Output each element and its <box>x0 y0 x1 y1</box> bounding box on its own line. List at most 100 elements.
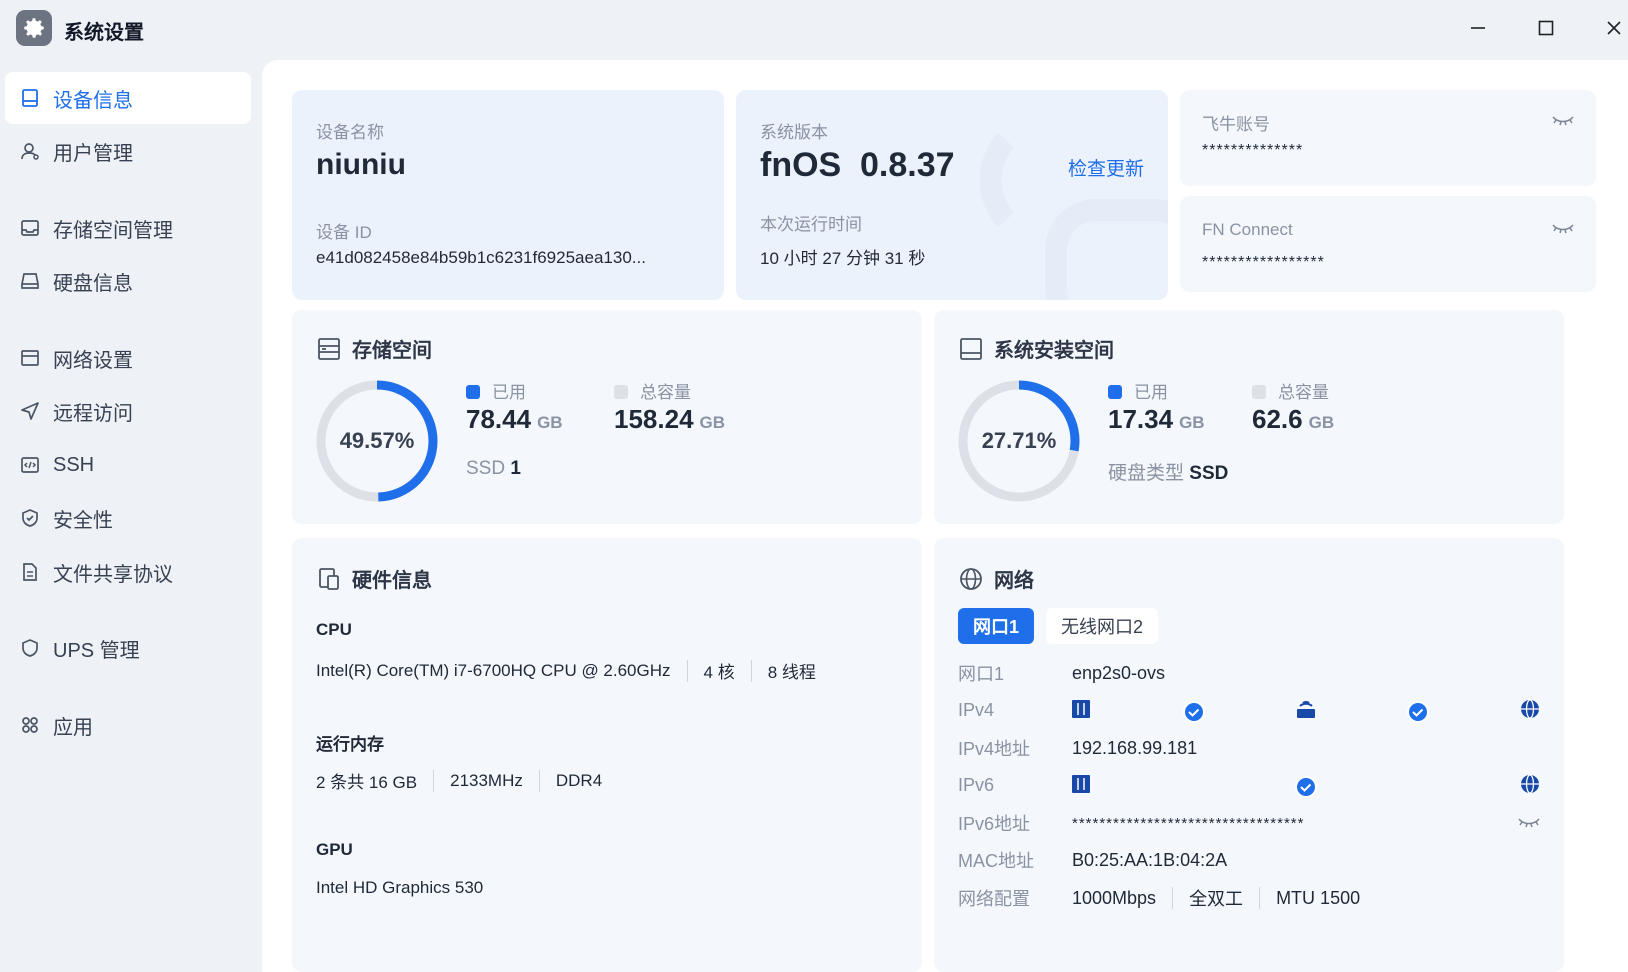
tab-port1[interactable]: 网口1 <box>958 608 1034 644</box>
separator <box>1172 887 1174 909</box>
sidebar-item-apps[interactable]: 应用 <box>5 699 251 751</box>
device-name: niuniu <box>316 148 406 181</box>
storage-used-number: 78.44 <box>466 404 532 434</box>
sidebar-item-label: 网络设置 <box>53 349 133 372</box>
network-title-text: 网络 <box>994 570 1034 592</box>
network-config-row: 网络配置 1000Mbps 全双工 MTU 1500 <box>958 883 1558 913</box>
device-name-label: 设备名称 <box>316 123 384 142</box>
sysinstall-percent: 27.71% <box>981 428 1057 453</box>
sysinstall-type-label: 硬盘类型 <box>1108 463 1185 484</box>
fn-connect-card: FN Connect ***************** <box>1180 196 1596 292</box>
sidebar-item-file-sharing[interactable]: 文件共享协议 <box>5 546 251 598</box>
minimize-button[interactable] <box>1462 12 1494 44</box>
eye-closed-icon[interactable] <box>1518 816 1540 835</box>
gpu-model: Intel HD Graphics 530 <box>316 878 484 897</box>
sysinstall-title-text: 系统安装空间 <box>994 340 1114 362</box>
sysinstall-used-number: 17.34 <box>1108 404 1174 434</box>
ipv4-connection-diagram <box>1072 699 1539 723</box>
network-title: 网络 <box>958 564 1034 593</box>
sidebar-item-ssh[interactable]: SSH <box>5 439 251 491</box>
hardware-title-text: 硬件信息 <box>352 570 432 592</box>
mac-row: MAC地址 B0:25:AA:1B:04:2A <box>958 845 1558 875</box>
sidebar-item-network-settings[interactable]: 网络设置 <box>5 332 251 384</box>
device-card: 设备名称 niuniu 设备 ID e41d082458e84b59b1c623… <box>292 90 724 300</box>
network-card: 网络 网口1 无线网口2 网口1 enp2s0-ovs IPv4 IPv4地址 … <box>934 538 1564 972</box>
globe-icon <box>1521 774 1539 794</box>
disk-icon <box>19 270 41 292</box>
server-icon <box>1072 775 1090 793</box>
ipv4-label: IPv4 <box>958 699 995 720</box>
separator <box>433 769 435 792</box>
file-icon <box>19 561 41 583</box>
storage-type-label: SSD <box>466 458 506 479</box>
router-icon <box>1297 701 1315 718</box>
storage-used-legend: 已用 <box>466 378 526 403</box>
sidebar-item-disk-info[interactable]: 硬盘信息 <box>5 255 251 307</box>
memory-label: 运行内存 <box>316 735 384 754</box>
port-row: 网口1 enp2s0-ovs <box>958 658 1558 688</box>
sidebar-item-security[interactable]: 安全性 <box>5 492 251 544</box>
sysinstall-used-unit: GB <box>1179 413 1205 432</box>
total-legend-swatch <box>1252 385 1266 399</box>
cpu-threads: 8 线程 <box>767 663 816 682</box>
disk-icon <box>958 336 984 362</box>
devices-icon <box>316 566 342 592</box>
uptime-value: 10 小时 27 分钟 31 秒 <box>760 249 926 268</box>
sidebar-item-ups[interactable]: UPS 管理 <box>5 622 251 674</box>
memory-size: 2 条共 16 GB <box>316 773 418 792</box>
sidebar-item-remote-access[interactable]: 远程访问 <box>5 385 251 437</box>
tab-wireless-port2[interactable]: 无线网口2 <box>1046 608 1158 644</box>
sidebar-item-label: 安全性 <box>53 509 113 532</box>
storage-icon <box>316 336 342 362</box>
sidebar-item-label: 设备信息 <box>53 89 133 112</box>
ipv4-address-label: IPv4地址 <box>958 739 1031 759</box>
send-icon <box>19 400 41 422</box>
check-circle-icon <box>1183 701 1205 723</box>
memory-speed: 2133MHz <box>450 770 523 790</box>
network-config-label: 网络配置 <box>958 889 1030 909</box>
ipv6-label: IPv6 <box>958 774 995 795</box>
cpu-model: Intel(R) Core(TM) i7-6700HQ CPU @ 2.60GH… <box>316 660 671 680</box>
sidebar-item-storage-management[interactable]: 存储空间管理 <box>5 202 251 254</box>
window-title: 系统设置 <box>64 22 144 44</box>
storage-icon <box>19 217 41 239</box>
uptime-label: 本次运行时间 <box>760 215 862 234</box>
cpu-info: Intel(R) Core(TM) i7-6700HQ CPU @ 2.60GH… <box>316 658 816 683</box>
storage-used-label: 已用 <box>492 383 526 402</box>
close-button[interactable] <box>1598 12 1628 44</box>
storage-percent: 49.57% <box>339 428 415 453</box>
code-icon <box>19 454 41 476</box>
separator <box>1259 887 1261 909</box>
storage-total-label: 总容量 <box>640 383 691 402</box>
check-update-link[interactable]: 检查更新 <box>1068 154 1144 181</box>
eye-closed-icon[interactable] <box>1552 114 1574 133</box>
sysinstall-title: 系统安装空间 <box>958 334 1114 363</box>
feiniu-account-value: ************** <box>1202 142 1304 159</box>
globe-icon <box>1521 699 1539 719</box>
sysinstall-used-legend: 已用 <box>1108 378 1168 403</box>
feiniu-account-label: 飞牛账号 <box>1202 115 1270 134</box>
user-icon <box>19 140 41 162</box>
ipv6-address: ********************************** <box>1072 814 1305 832</box>
globe-icon <box>958 566 984 592</box>
separator <box>538 769 540 792</box>
cpu-cores: 4 核 <box>703 663 735 682</box>
server-icon <box>1072 700 1090 718</box>
sidebar-item-user-management[interactable]: 用户管理 <box>5 125 251 177</box>
system-version-label: 系统版本 <box>760 123 828 142</box>
eye-closed-icon[interactable] <box>1552 222 1574 241</box>
check-circle-icon <box>1295 776 1317 798</box>
maximize-button[interactable] <box>1530 12 1562 44</box>
sysinstall-total-value: 62.6 GB <box>1252 404 1334 435</box>
storage-disk-type: SSD 1 <box>466 458 521 480</box>
sidebar-item-label: SSH <box>53 453 95 476</box>
hardware-card: 硬件信息 CPU Intel(R) Core(TM) i7-6700HQ CPU… <box>292 538 922 972</box>
ipv4-address-row: IPv4地址 192.168.99.181 <box>958 733 1558 763</box>
used-legend-swatch <box>1108 385 1122 399</box>
storage-type-value: 1 <box>510 458 521 479</box>
storage-card: 存储空间 49.57% 已用 78.44 GB 总容量 158.24 GB SSD … <box>292 310 922 524</box>
sidebar-item-device-info[interactable]: 设备信息 <box>5 72 251 124</box>
apps-icon <box>19 714 41 736</box>
sysinstall-type-value: SSD <box>1189 463 1229 484</box>
system-version-card: 系统版本 fnOS 0.8.37 检查更新 本次运行时间 10 小时 27 分钟… <box>736 90 1168 300</box>
